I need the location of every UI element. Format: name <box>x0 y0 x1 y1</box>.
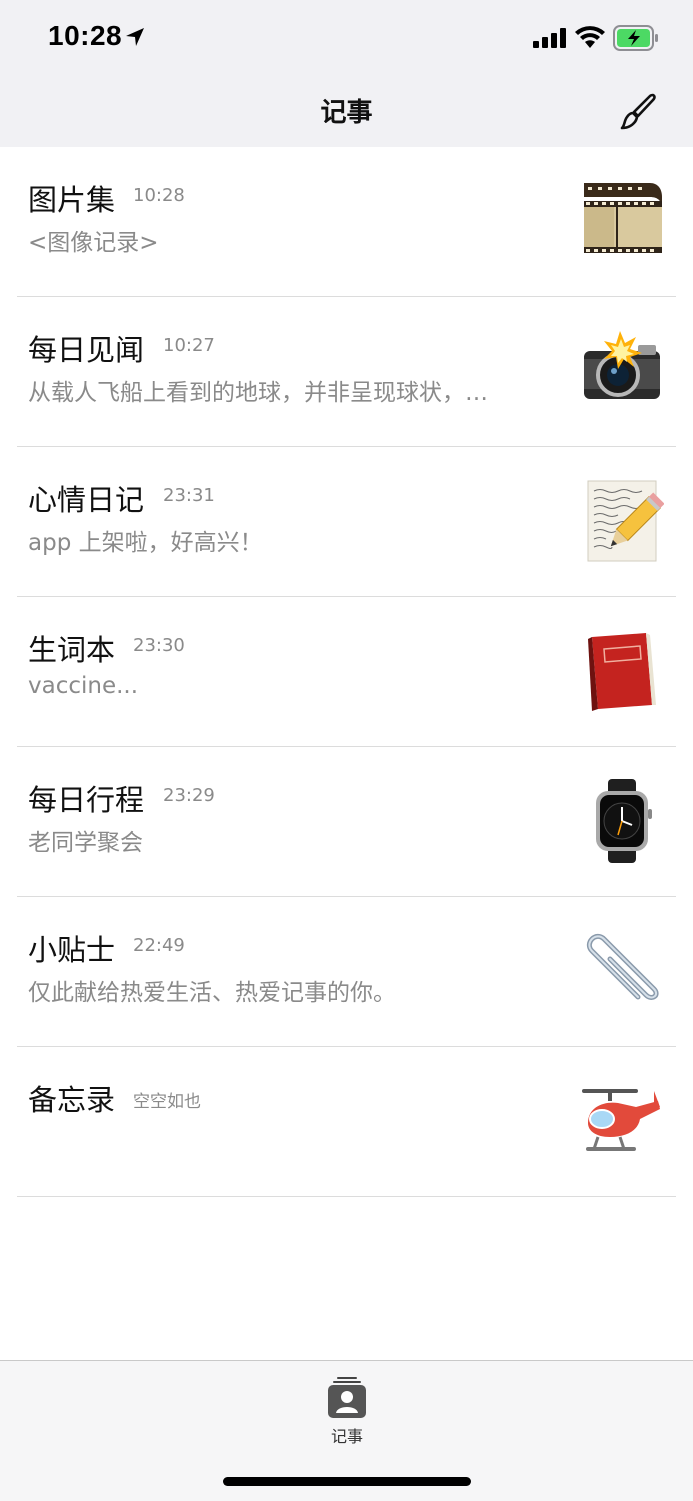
status-bar: 10:28 <box>0 0 693 76</box>
note-subtitle: 仅此献给热爱生活、热爱记事的你。 <box>28 980 396 1006</box>
note-time: 10:28 <box>133 185 185 206</box>
note-title: 图片集 <box>28 183 116 217</box>
memo-pencil-icon <box>587 480 664 562</box>
note-subtitle: 从载人飞船上看到的地球，并非呈现球状，… <box>28 380 488 406</box>
list-item[interactable]: 每日见闻 10:27 从载人飞船上看到的地球，并非呈现球状，… <box>0 297 693 447</box>
paintbrush-icon[interactable] <box>618 92 658 132</box>
list-item[interactable]: 每日行程 23:29 老同学聚会 <box>0 747 693 897</box>
location-arrow-icon <box>126 28 144 46</box>
list-item[interactable]: 图片集 10:28 <图像记录> <box>0 147 693 297</box>
divider <box>17 1196 676 1197</box>
note-subtitle: vaccine... <box>28 673 139 699</box>
notes-contact-icon <box>328 1377 366 1418</box>
tab-label: 记事 <box>330 1427 363 1446</box>
wifi-icon <box>575 26 605 48</box>
note-time: 23:31 <box>163 485 215 506</box>
cellular-signal-icon <box>533 28 566 48</box>
note-time: 22:49 <box>133 935 185 956</box>
watch-icon <box>596 779 652 863</box>
navigation-bar: 记事 <box>0 76 693 147</box>
note-time: 空空如也 <box>133 1092 201 1112</box>
note-time: 10:27 <box>163 335 215 356</box>
list-item[interactable]: 小贴士 22:49 仅此献给热爱生活、热爱记事的你。 <box>0 897 693 1047</box>
camera-flash-icon <box>584 331 660 399</box>
note-subtitle: <图像记录> <box>28 230 159 256</box>
note-title: 每日行程 <box>28 783 145 817</box>
status-time: 10:28 <box>48 20 123 51</box>
note-title: 心情日记 <box>28 483 145 517</box>
film-strip-icon <box>584 183 662 253</box>
note-title: 备忘录 <box>28 1083 116 1117</box>
note-subtitle: app 上架啦，好高兴！ <box>28 530 263 556</box>
list-item[interactable]: 备忘录 空空如也 <box>0 1047 693 1197</box>
home-indicator <box>223 1477 471 1486</box>
paperclip-icon <box>586 933 659 1000</box>
note-title: 生词本 <box>28 633 116 667</box>
note-title: 小贴士 <box>28 933 116 967</box>
page-title: 记事 <box>320 98 373 128</box>
list-item[interactable]: 生词本 23:30 vaccine... <box>0 597 693 747</box>
battery-charging-icon <box>613 25 658 51</box>
note-subtitle: 老同学聚会 <box>28 830 143 856</box>
red-book-icon <box>588 633 656 711</box>
list-item[interactable]: 心情日记 23:31 app 上架啦，好高兴！ <box>0 447 693 597</box>
notes-list: 图片集 10:28 <图像记录> 每日见闻 10:27 从载人飞船上看到的地球，… <box>0 147 693 1197</box>
tab-notes[interactable]: 记事 <box>320 1377 374 1447</box>
note-time: 23:30 <box>133 635 185 656</box>
helicopter-icon <box>582 1089 660 1151</box>
note-time: 23:29 <box>163 785 215 806</box>
note-title: 每日见闻 <box>28 333 145 367</box>
